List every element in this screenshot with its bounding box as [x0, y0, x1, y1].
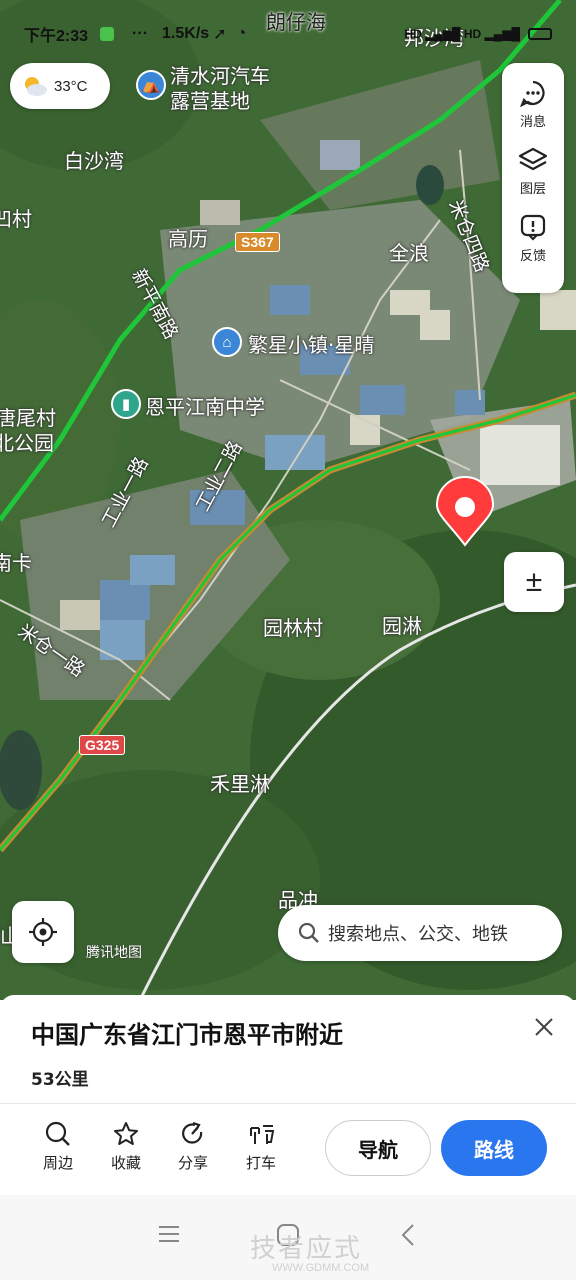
signal-icon: HD ▂▄▆█ HD ▂▄▆█: [404, 27, 520, 41]
close-button[interactable]: [530, 1013, 558, 1041]
taxi-icon: [250, 1125, 275, 1144]
menu-icon[interactable]: [158, 1223, 180, 1245]
divider: [0, 1103, 576, 1104]
poi-label[interactable]: 恩平江南中学: [145, 391, 265, 420]
watermark-url: WWW.GDMM.COM: [272, 1262, 370, 1274]
back-icon[interactable]: [400, 1223, 416, 1247]
place-label: 园淋: [382, 614, 422, 638]
share-label: 分享: [177, 1154, 208, 1172]
navigate-button[interactable]: 导航: [325, 1120, 431, 1176]
distance: 53公里: [31, 1070, 89, 1090]
place-label: 白沙湾: [64, 149, 124, 173]
taxi-label: 打车: [245, 1154, 276, 1172]
favorite-button[interactable]: 收藏: [96, 1120, 156, 1173]
more-dots-icon: ···: [132, 25, 149, 42]
map-tools-panel: 消息 图层 反馈: [502, 63, 564, 293]
route-shield-s367: S367: [235, 232, 280, 252]
nearby-label: 周边: [42, 1154, 73, 1172]
battery-icon: [528, 28, 552, 40]
place-label: 北公园: [0, 431, 54, 455]
search-icon: [45, 1121, 70, 1146]
star-icon: [114, 1122, 138, 1145]
crosshair-icon: [29, 918, 57, 946]
status-bar: 下午2:33 ··· 1.5K/s ➚ ◔ HD ▂▄▆█ HD ▂▄▆█: [0, 18, 576, 50]
taxi-button[interactable]: 打车: [231, 1120, 291, 1173]
app-icon: [100, 27, 115, 41]
route-shield-g325: G325: [79, 735, 126, 755]
weather-chip[interactable]: 33°C: [10, 63, 110, 109]
poi-label[interactable]: 露营基地: [170, 85, 250, 114]
layers-icon: [518, 147, 548, 171]
place-label: 园林村: [263, 616, 323, 640]
feedback-icon: [520, 214, 546, 241]
layers-label: 图层: [519, 181, 546, 196]
zoom-button[interactable]: ±: [504, 552, 564, 612]
nearby-button[interactable]: 周边: [28, 1120, 88, 1173]
camp-icon[interactable]: ⛺: [136, 70, 166, 100]
net-speed: 1.5K/s: [162, 25, 210, 42]
share-button[interactable]: 分享: [163, 1120, 223, 1173]
map-brand: 腾讯地图: [86, 944, 142, 960]
partly-cloudy-icon: [25, 77, 47, 96]
share-icon: [182, 1121, 203, 1144]
route-button[interactable]: 路线: [441, 1120, 547, 1176]
place-label: 南卡: [0, 551, 32, 575]
feedback-button[interactable]: 反馈: [519, 213, 547, 264]
feedback-label: 反馈: [519, 248, 546, 263]
school-icon[interactable]: ▮: [111, 389, 141, 419]
place-label: 全浪: [389, 241, 429, 265]
place-label: 高历: [168, 227, 208, 251]
close-icon: [535, 1018, 553, 1036]
status-time: 下午2:33: [24, 28, 89, 45]
location-title: 中国广东省江门市恩平市附近: [31, 1021, 343, 1049]
search-box[interactable]: 搜索地点、公交、地铁: [278, 905, 562, 961]
location-arrow-icon: ➚: [213, 26, 227, 43]
zoom-icon: ±: [525, 565, 543, 598]
place-label: 禾里淋: [210, 772, 270, 796]
search-placeholder: 搜索地点、公交、地铁: [328, 924, 508, 944]
residence-icon[interactable]: ⌂: [212, 327, 242, 357]
place-label: 凹村: [0, 207, 32, 231]
message-label: 消息: [519, 114, 546, 129]
favorite-label: 收藏: [110, 1154, 141, 1172]
message-button[interactable]: 消息: [519, 79, 547, 130]
layers-button[interactable]: 图层: [518, 146, 548, 197]
temperature: 33°C: [54, 77, 88, 95]
search-icon: [298, 922, 319, 943]
watermark: 技者应式: [250, 1234, 363, 1264]
map-view[interactable]: 朗仔海 邦沙湾 白沙湾 凹村 高历 全浪 唐尾村 北公园 南卡 园林村 园淋 禾…: [0, 0, 576, 1000]
location-sheet: 中国广东省江门市恩平市附近 53公里 周边 收藏 分享 打车 导航 路线: [0, 995, 576, 1195]
poi-label[interactable]: 繁星小镇·星晴: [248, 329, 374, 358]
message-icon: [520, 80, 545, 107]
alarm-icon: ◔: [236, 25, 247, 42]
locate-button[interactable]: [12, 901, 74, 963]
